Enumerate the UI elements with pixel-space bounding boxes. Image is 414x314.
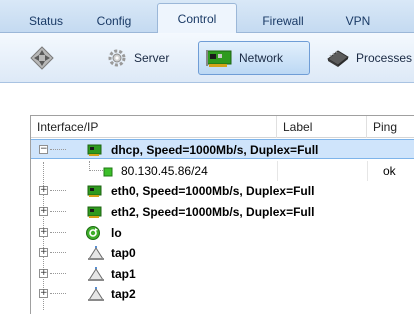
network-button[interactable]: Network <box>198 41 310 75</box>
ping-status: ok <box>383 164 396 178</box>
table-row[interactable]: + tap2 <box>31 284 414 304</box>
tab-firewall[interactable]: Firewall <box>253 8 313 33</box>
toolbar: Server Network Processes <box>0 33 414 83</box>
table-row[interactable]: 80.130.45.86/24 ok <box>31 161 414 181</box>
loopback-icon <box>85 225 101 241</box>
ip-address-icon <box>103 166 113 177</box>
tree-dots <box>50 232 66 233</box>
interface-label: lo <box>111 226 122 240</box>
diamond-arrows-icon <box>30 46 54 70</box>
tab-firewall-label: Firewall <box>262 13 304 28</box>
network-card-icon <box>205 47 233 69</box>
tree-dots <box>50 149 66 150</box>
processes-button-label: Processes <box>356 51 413 65</box>
table-row[interactable]: + tap1 <box>31 264 414 284</box>
server-button-label: Server <box>134 51 170 65</box>
network-card-icon <box>87 204 103 220</box>
table-row[interactable]: + eth2, Speed=1000Mb/s, Duplex=Full <box>31 202 414 222</box>
interface-label: dhcp, Speed=1000Mb/s, Duplex=Full <box>111 143 319 157</box>
tab-vpn[interactable]: VPN <box>336 8 380 33</box>
table-row[interactable]: + lo <box>31 223 414 243</box>
network-card-icon <box>87 183 103 199</box>
table-row[interactable]: + tap0 <box>31 243 414 263</box>
table-row[interactable]: − dhcp, Speed=1000Mb/s, Duplex=Full <box>31 139 414 159</box>
interface-grid: Interface/IP Label Ping − dhcp, Speed=10… <box>30 115 414 314</box>
interface-label: tap0 <box>111 246 136 260</box>
column-header-interface[interactable]: Interface/IP <box>31 116 277 138</box>
cell-divider <box>367 161 368 181</box>
tab-config[interactable]: Config <box>88 8 140 33</box>
server-button[interactable]: Server <box>100 41 186 75</box>
tree-dots <box>50 252 66 253</box>
tree-dots <box>50 211 66 212</box>
chip-icon <box>324 47 350 69</box>
tree-dots <box>89 170 103 171</box>
table-row[interactable]: + eth0, Speed=1000Mb/s, Duplex=Full <box>31 181 414 201</box>
interface-label: eth0, Speed=1000Mb/s, Duplex=Full <box>111 184 315 198</box>
expand-toggle[interactable]: + <box>39 269 48 278</box>
interface-label: tap2 <box>111 287 136 301</box>
network-card-icon <box>87 142 103 158</box>
tree-dots <box>50 273 66 274</box>
tab-config-label: Config <box>96 13 132 28</box>
ip-address: 80.130.45.86/24 <box>121 164 208 178</box>
expand-toggle[interactable]: + <box>39 186 48 195</box>
toolbar-nav-button[interactable] <box>24 41 64 75</box>
expand-toggle[interactable]: + <box>39 228 48 237</box>
expand-toggle[interactable]: + <box>39 207 48 216</box>
grid-header: Interface/IP Label Ping <box>31 116 414 138</box>
gear-icon <box>106 47 128 69</box>
interface-label: eth2, Speed=1000Mb/s, Duplex=Full <box>111 205 315 219</box>
tap-icon <box>87 266 104 282</box>
network-button-label: Network <box>239 51 284 65</box>
tab-control[interactable]: Control <box>157 3 237 34</box>
cell-divider <box>277 161 278 181</box>
column-header-ping[interactable]: Ping <box>367 116 414 138</box>
tab-bar: Status Config Control Firewall VPN <box>0 0 414 34</box>
collapse-toggle[interactable]: − <box>39 145 48 154</box>
tree-dots <box>50 190 66 191</box>
tap-icon <box>87 286 104 302</box>
processes-button[interactable]: Processes <box>318 41 414 75</box>
tab-control-label: Control <box>177 12 217 26</box>
tap-icon <box>87 245 104 261</box>
column-header-label[interactable]: Label <box>277 116 367 138</box>
expand-toggle[interactable]: + <box>39 289 48 298</box>
tab-status[interactable]: Status <box>20 8 72 33</box>
expand-toggle[interactable]: + <box>39 248 48 257</box>
tree-dots <box>50 293 66 294</box>
tab-status-label: Status <box>28 13 64 28</box>
interface-label: tap1 <box>111 267 136 281</box>
tab-vpn-label: VPN <box>345 13 371 28</box>
